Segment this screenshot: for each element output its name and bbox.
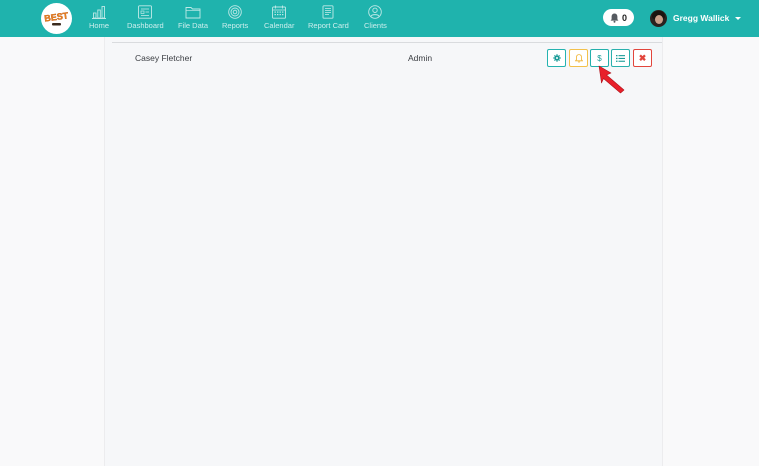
divider [112,42,662,43]
nav-calendar[interactable]: Calendar [264,5,294,35]
nav-reports[interactable]: Reports [222,5,248,35]
target-icon [228,5,242,19]
nav-clients[interactable]: Clients [364,5,387,35]
report-card-icon [322,5,334,19]
user-row-role: Admin [408,53,433,63]
main-panel [104,37,663,466]
user-row-name: Casey Fletcher [135,53,193,63]
list-icon [616,54,625,62]
user-circle-icon [368,5,383,19]
notify-button[interactable] [569,49,588,67]
settings-button[interactable] [547,49,566,67]
chevron-down-icon [735,16,742,20]
nav-calendar-label: Calendar [264,21,295,30]
gear-icon [552,54,561,62]
nav-clients-label: Clients [364,21,387,30]
nav-reports-label: Reports [222,21,249,30]
folder-icon [185,7,201,19]
user-menu[interactable]: Gregg Wallick [650,9,742,27]
delete-button[interactable]: ✖ [633,49,652,67]
cursor-arrow-icon [598,65,625,94]
dashboard-icon [138,5,153,19]
nav-report-card-label: Report Card [308,21,349,30]
nav-file-data-label: File Data [178,21,209,30]
nav-home[interactable]: Home [89,5,109,35]
bell-icon [610,13,619,23]
bell-icon [574,53,583,62]
nav-dashboard[interactable]: Dashboard [127,5,164,35]
nav-dashboard-label: Dashboard [127,21,164,30]
nav-report-card[interactable]: Report Card [308,5,349,35]
nav-home-label: Home [89,21,110,30]
notification-count: 0 [621,12,627,23]
bar-chart-icon [92,6,106,19]
top-navbar: BEST Home Dashboard File Data Reports Ca… [0,0,759,37]
calendar-icon [272,5,287,19]
user-name: Gregg Wallick [673,13,730,23]
nav-file-data[interactable]: File Data [178,5,208,35]
notifications-button[interactable]: 0 [603,9,634,26]
brand-logo[interactable]: BEST [41,3,72,34]
avatar [650,9,667,27]
